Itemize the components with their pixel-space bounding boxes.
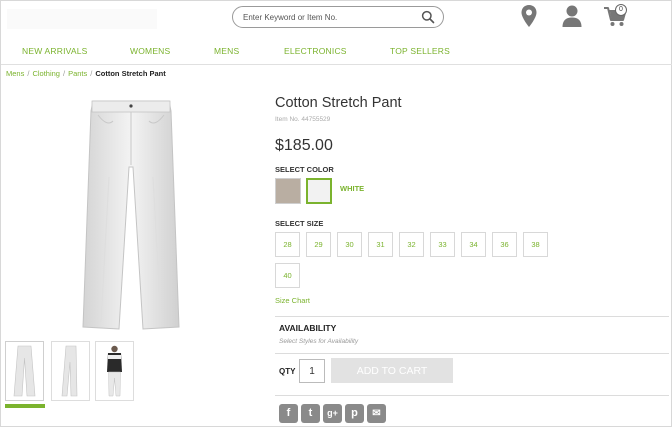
nav-new-arrivals[interactable]: NEW ARRIVALS xyxy=(22,46,88,56)
breadcrumb-current: Cotton Stretch Pant xyxy=(95,69,166,78)
location-pin-icon[interactable] xyxy=(520,4,538,28)
size-option[interactable]: 40 xyxy=(275,263,300,288)
color-swatch-tan[interactable] xyxy=(275,178,301,204)
google-plus-icon[interactable]: g+ xyxy=(323,404,342,423)
selected-color-name: WHITE xyxy=(340,184,365,193)
nav-top-sellers[interactable]: TOP SELLERS xyxy=(390,46,450,56)
breadcrumb-separator: / xyxy=(27,69,30,78)
divider xyxy=(275,316,669,317)
size-option[interactable]: 28 xyxy=(275,232,300,257)
search-bar xyxy=(232,6,444,28)
breadcrumb-separator: / xyxy=(90,69,93,78)
add-to-cart-button[interactable]: ADD TO CART xyxy=(331,358,453,383)
nav-womens[interactable]: WOMENS xyxy=(130,46,170,56)
thumbnail-active-indicator xyxy=(5,404,45,408)
breadcrumb-mens[interactable]: Mens xyxy=(6,69,24,78)
nav-mens[interactable]: MENS xyxy=(214,46,239,56)
size-option[interactable]: 31 xyxy=(368,232,393,257)
logo[interactable] xyxy=(7,9,157,29)
twitter-icon[interactable]: t xyxy=(301,404,320,423)
thumbnail-front-image xyxy=(13,345,36,397)
breadcrumb-pants[interactable]: Pants xyxy=(68,69,87,78)
search-input[interactable] xyxy=(243,9,413,25)
search-icon[interactable] xyxy=(421,10,435,24)
cart-count-badge: 0 xyxy=(615,4,627,16)
divider xyxy=(275,395,669,396)
size-option[interactable]: 29 xyxy=(306,232,331,257)
size-option[interactable]: 34 xyxy=(461,232,486,257)
product-page: 0 NEW ARRIVALS WOMENS MENS ELECTRONICS T… xyxy=(0,0,672,427)
product-title: Cotton Stretch Pant xyxy=(275,95,402,111)
qty-label: QTY xyxy=(279,367,296,376)
select-size-label: SELECT SIZE xyxy=(275,219,324,228)
account-icon[interactable] xyxy=(561,4,583,28)
size-chart-link[interactable]: Size Chart xyxy=(275,296,310,305)
product-price: $185.00 xyxy=(275,137,333,154)
email-icon[interactable]: ✉ xyxy=(367,404,386,423)
select-color-label: SELECT COLOR xyxy=(275,165,334,174)
thumbnail-side-image xyxy=(61,345,78,397)
size-option[interactable]: 33 xyxy=(430,232,455,257)
nav-electronics[interactable]: ELECTRONICS xyxy=(284,46,347,56)
color-swatch-white[interactable] xyxy=(306,178,332,204)
main-nav: NEW ARRIVALS WOMENS MENS ELECTRONICS TOP… xyxy=(1,41,672,65)
availability-title: AVAILABILITY xyxy=(279,323,337,333)
divider xyxy=(275,353,669,354)
availability-note: Select Styles for Availability xyxy=(279,338,359,345)
thumbnail-front[interactable] xyxy=(5,341,44,401)
thumbnail-model[interactable] xyxy=(95,341,134,401)
qty-input[interactable] xyxy=(299,359,325,383)
product-main-image[interactable] xyxy=(71,97,191,333)
size-option[interactable]: 32 xyxy=(399,232,424,257)
pinterest-icon[interactable]: p xyxy=(345,404,364,423)
thumbnail-model-image xyxy=(107,345,122,397)
breadcrumb-clothing[interactable]: Clothing xyxy=(32,69,60,78)
size-option[interactable]: 36 xyxy=(492,232,517,257)
thumbnail-side[interactable] xyxy=(51,341,90,401)
breadcrumb-separator: / xyxy=(62,69,66,78)
size-option[interactable]: 38 xyxy=(523,232,548,257)
facebook-icon[interactable]: f xyxy=(279,404,298,423)
breadcrumb: Mens / Clothing / Pants / Cotton Stretch Pant xyxy=(6,69,166,78)
item-number: Item No. 44755529 xyxy=(275,116,331,123)
size-option[interactable]: 30 xyxy=(337,232,362,257)
